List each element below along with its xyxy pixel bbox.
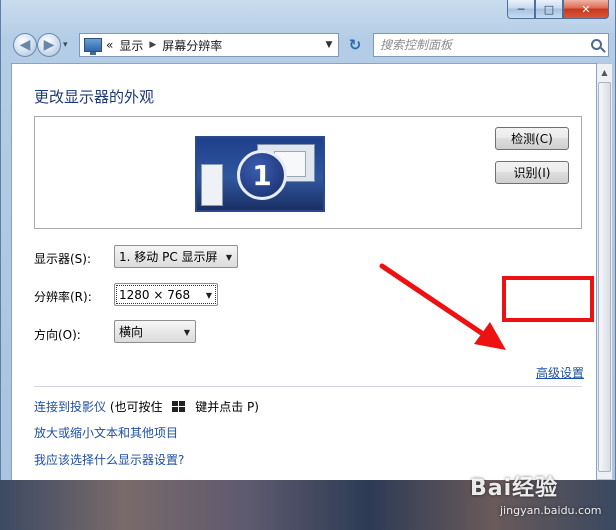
preview-taskbar-strip bbox=[201, 164, 223, 206]
breadcrumb-display[interactable]: 显示 bbox=[119, 37, 143, 54]
scroll-up-icon[interactable]: ▲ bbox=[597, 64, 612, 81]
back-button[interactable]: ◀ bbox=[13, 33, 37, 57]
watermark-logo: Bai经验 bbox=[470, 476, 559, 501]
resolution-select-value: 1280 × 768 bbox=[119, 287, 191, 302]
address-dropdown-icon[interactable]: ▼ bbox=[320, 34, 338, 56]
annotation-highlight-box bbox=[502, 276, 594, 322]
monitor-icon bbox=[84, 38, 102, 55]
navigation-bar: ◀ ▶ ▾ « 显示 ▶ 屏幕分辨率 ▼ ↻ bbox=[9, 31, 609, 59]
chevron-down-icon: ▼ bbox=[225, 253, 232, 262]
monitor-number-badge: 1 bbox=[237, 150, 287, 200]
projector-hint-prefix: (也可按住 bbox=[109, 400, 163, 414]
monitor-preview[interactable]: 1 bbox=[195, 136, 325, 212]
orientation-label: 方向(O): bbox=[34, 328, 81, 342]
connect-projector-link[interactable]: 连接到投影仪 bbox=[34, 400, 106, 414]
vertical-scrollbar[interactable]: ▲ bbox=[597, 63, 613, 480]
projector-hint-suffix: 键并点击 P) bbox=[195, 400, 259, 414]
display-select[interactable]: 1. 移动 PC 显示屏 ▼ bbox=[114, 245, 238, 268]
watermark-url: jingyan.baidu.com bbox=[500, 504, 602, 517]
breadcrumb-separator-icon[interactable]: ▶ bbox=[149, 40, 156, 50]
baidu-jingyan-watermark: Bai经验 jingyan.baidu.com bbox=[470, 470, 610, 526]
search-input[interactable] bbox=[380, 38, 580, 52]
search-box[interactable] bbox=[373, 33, 609, 57]
address-overflow[interactable]: « bbox=[106, 38, 113, 52]
display-label: 显示器(S): bbox=[34, 252, 92, 266]
display-select-value: 1. 移动 PC 显示屏 bbox=[119, 250, 218, 264]
breadcrumb-screen-resolution[interactable]: 屏幕分辨率 bbox=[162, 37, 222, 54]
display-preview: 1 检测(C) 识别(I) bbox=[34, 116, 582, 229]
annotation-arrow bbox=[379, 263, 506, 350]
text-size-link[interactable]: 放大或缩小文本和其他项目 bbox=[34, 424, 178, 441]
maximize-button[interactable]: □ bbox=[535, 0, 563, 19]
control-panel-window: ─ □ ✕ ◀ ▶ ▾ « 显示 ▶ 屏幕分辨率 ▼ ↻ 更改显示器的外观 1 bbox=[0, 0, 616, 480]
chevron-down-icon: ▼ bbox=[183, 328, 190, 337]
projector-row: 连接到投影仪 (也可按住 键并点击 P) bbox=[34, 398, 259, 415]
which-settings-link[interactable]: 我应该选择什么显示器设置? bbox=[34, 451, 184, 468]
title-bar[interactable]: ─ □ ✕ bbox=[1, 0, 616, 26]
chevron-down-icon: ▼ bbox=[205, 291, 212, 300]
resolution-label: 分辨率(R): bbox=[34, 290, 92, 304]
forward-button[interactable]: ▶ bbox=[37, 33, 61, 57]
orientation-select-value: 横向 bbox=[119, 325, 144, 339]
section-divider bbox=[34, 386, 582, 387]
orientation-select[interactable]: 横向 ▼ bbox=[114, 320, 196, 343]
advanced-settings-link[interactable]: 高级设置 bbox=[536, 364, 584, 381]
detect-button[interactable]: 检测(C) bbox=[495, 127, 569, 150]
identify-button[interactable]: 识别(I) bbox=[495, 161, 569, 184]
search-icon[interactable] bbox=[591, 39, 602, 50]
close-button[interactable]: ✕ bbox=[563, 0, 609, 19]
scroll-thumb[interactable] bbox=[598, 82, 611, 472]
resolution-select[interactable]: 1280 × 768 ▼ bbox=[114, 283, 218, 306]
caption-buttons: ─ □ ✕ bbox=[507, 0, 609, 19]
address-bar[interactable]: « 显示 ▶ 屏幕分辨率 ▼ bbox=[79, 33, 339, 57]
refresh-icon[interactable]: ↻ bbox=[343, 33, 367, 57]
recent-pages-dropdown[interactable]: ▾ bbox=[63, 40, 68, 50]
page-title: 更改显示器的外观 bbox=[34, 88, 155, 106]
windows-logo-icon bbox=[172, 401, 186, 413]
minimize-button[interactable]: ─ bbox=[507, 0, 535, 19]
